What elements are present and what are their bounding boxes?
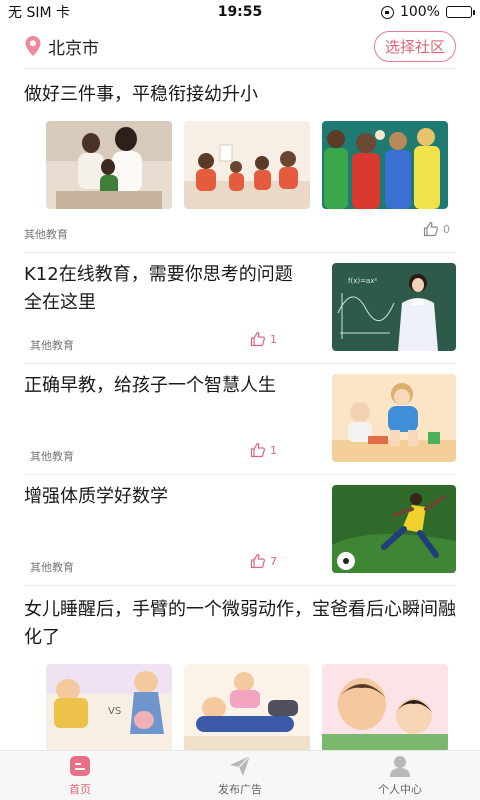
article-image-row bbox=[46, 121, 448, 209]
article-item[interactable]: 正确早教，给孩子一个智慧人生 其他教育 1 bbox=[24, 364, 456, 474]
paper-plane-icon bbox=[230, 755, 251, 776]
tab-profile-label: 个人中心 bbox=[378, 783, 422, 796]
article-category: 其他教育 bbox=[30, 561, 74, 574]
like-count: 1 bbox=[270, 443, 277, 457]
article-item[interactable]: 增强体质学好数学 其他教育 7 bbox=[24, 475, 456, 585]
article-thumbnail: VS bbox=[46, 664, 172, 750]
svg-text:VS: VS bbox=[108, 706, 121, 717]
user-icon bbox=[390, 756, 410, 777]
thumbs-up-icon bbox=[250, 553, 265, 569]
location-selector[interactable]: 北京市 bbox=[24, 34, 99, 59]
article-thumbnail bbox=[332, 485, 456, 573]
article-category: 其他教育 bbox=[30, 450, 74, 463]
battery-percent: 100% bbox=[399, 4, 440, 20]
bottom-tab-bar: 首页 发布广告 个人中心 bbox=[0, 750, 480, 800]
clock-text: 19:55 bbox=[217, 4, 263, 20]
article-title: 正确早教，给孩子一个智慧人生 bbox=[24, 375, 276, 396]
article-item[interactable]: K12在线教育，需要你思考的问题全在这里 其他教育 1 f(x)=ax² bbox=[24, 253, 456, 363]
article-thumbnail: f(x)=ax² bbox=[332, 263, 456, 351]
battery-icon bbox=[445, 6, 475, 18]
tab-post-ad[interactable]: 发布广告 bbox=[160, 751, 320, 800]
article-thumbnail bbox=[46, 121, 172, 209]
article-title: 做好三件事，平稳衔接幼升小 bbox=[24, 84, 258, 105]
thumbs-up-icon bbox=[250, 331, 265, 347]
article-feed[interactable]: 做好三件事，平稳衔接幼升小 其他教育 0 K12在线教育，需要你思考的问题全在这… bbox=[24, 68, 456, 750]
article-image-row: VS bbox=[46, 664, 448, 750]
article-thumbnail bbox=[332, 374, 456, 462]
like-count: 0 bbox=[443, 222, 450, 236]
like-button[interactable]: 7 bbox=[250, 553, 277, 569]
article-title: K12在线教育，需要你思考的问题全在这里 bbox=[24, 264, 293, 313]
article-category: 其他教育 bbox=[24, 228, 68, 241]
article-category: 其他教育 bbox=[30, 339, 74, 352]
carrier-text: 无 SIM 卡 bbox=[8, 5, 70, 21]
header: 北京市 选择社区 bbox=[0, 24, 480, 68]
article-thumbnail bbox=[184, 664, 310, 750]
location-pin-icon bbox=[25, 36, 41, 56]
orientation-lock-icon bbox=[380, 5, 394, 19]
article-thumbnail bbox=[322, 664, 448, 750]
thumbs-up-icon bbox=[423, 221, 438, 237]
tab-home-label: 首页 bbox=[69, 783, 91, 796]
tab-post-ad-label: 发布广告 bbox=[218, 783, 262, 796]
article-item[interactable]: 做好三件事，平稳衔接幼升小 其他教育 0 bbox=[24, 69, 456, 252]
like-button[interactable]: 1 bbox=[250, 331, 277, 347]
article-title: 女儿睡醒后，手臂的一个微弱动作，宝爸看后心瞬间融化了 bbox=[24, 599, 456, 648]
tab-profile[interactable]: 个人中心 bbox=[320, 751, 480, 800]
like-count: 7 bbox=[270, 554, 277, 568]
city-label: 北京市 bbox=[48, 38, 99, 59]
article-thumbnail bbox=[184, 121, 310, 209]
article-item[interactable]: 女儿睡醒后，手臂的一个微弱动作，宝爸看后心瞬间融化了 VS bbox=[24, 586, 456, 750]
like-button[interactable]: 1 bbox=[250, 442, 277, 458]
home-icon bbox=[70, 756, 90, 776]
like-button[interactable]: 0 bbox=[423, 221, 450, 237]
article-thumbnail bbox=[322, 121, 448, 209]
select-community-button[interactable]: 选择社区 bbox=[373, 30, 456, 62]
thumbs-up-icon bbox=[250, 442, 265, 458]
like-count: 1 bbox=[270, 332, 277, 346]
tab-home[interactable]: 首页 bbox=[0, 751, 160, 800]
status-bar: 无 SIM 卡 19:55 100% bbox=[0, 0, 480, 24]
svg-text:f(x)=ax²: f(x)=ax² bbox=[348, 277, 377, 285]
status-right: 100% bbox=[352, 4, 475, 20]
article-title: 增强体质学好数学 bbox=[24, 486, 168, 507]
